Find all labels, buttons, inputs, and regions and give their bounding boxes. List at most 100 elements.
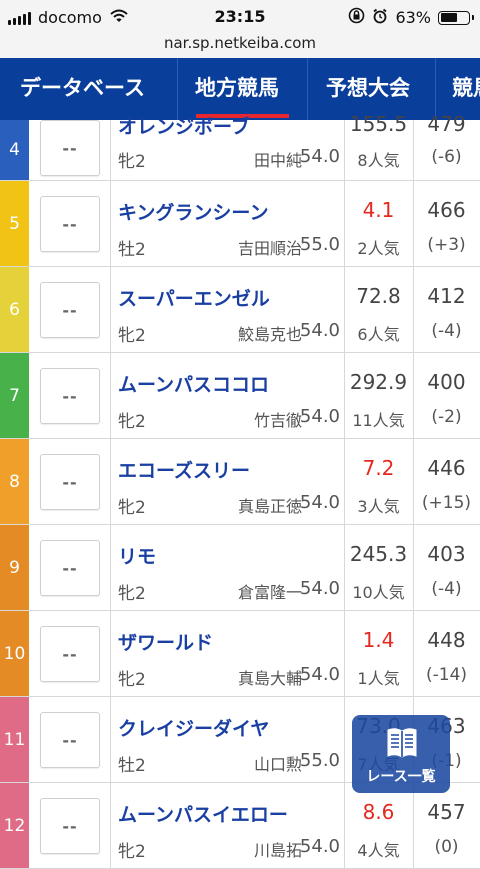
status-bar: docomo 23:15 63% xyxy=(0,0,480,36)
odds-value: 1.4 xyxy=(362,628,395,652)
gate-number: 11 xyxy=(0,697,29,782)
tab-prediction-contest[interactable]: 予想大会 xyxy=(307,58,435,120)
popularity-rank: 11人気 xyxy=(352,411,405,430)
column-divider xyxy=(110,267,111,352)
sex-age: 牝2 xyxy=(118,584,146,604)
horse-weight: 412 xyxy=(427,284,466,308)
tab-label: 予想大会 xyxy=(326,76,410,100)
mark-select-button[interactable]: -- xyxy=(40,540,100,596)
weight-carried: 54.0 xyxy=(299,146,340,167)
horse-name-link[interactable]: クレイジーダイヤ xyxy=(118,714,269,741)
horse-weight: 446 xyxy=(427,456,466,480)
column-divider xyxy=(110,783,111,868)
gate-number: 8 xyxy=(0,439,29,524)
horse-name-link[interactable]: キングランシーン xyxy=(118,198,268,225)
table-row: 8 -- エコーズスリー 牝2 真島正徳 54.0 7.2 3人気 446 (+… xyxy=(0,439,480,525)
mark-select-button[interactable]: -- xyxy=(40,798,100,854)
weight-carried: 54.0 xyxy=(299,664,340,685)
gate-number: 7 xyxy=(0,353,29,438)
alarm-icon xyxy=(372,8,388,28)
tab-label: 地方競馬 xyxy=(195,76,279,100)
jockey-name[interactable]: 田中純 xyxy=(254,147,302,171)
jockey-name[interactable]: 吉田順治 xyxy=(238,235,302,259)
odds-value: 4.1 xyxy=(362,198,395,222)
mark-select-button[interactable]: -- xyxy=(40,282,100,338)
weight-change: (0) xyxy=(434,837,459,857)
jockey-name[interactable]: 山口勲 xyxy=(254,751,302,775)
race-list-button[interactable]: レース一覧 xyxy=(352,715,450,793)
mark-select-button[interactable]: -- xyxy=(40,454,100,510)
jockey-name[interactable]: 倉富隆一 xyxy=(238,579,302,603)
horse-name-link[interactable]: ムーンパスイエロー xyxy=(118,800,288,827)
mark-select-button[interactable]: -- xyxy=(40,712,100,768)
jockey-name[interactable]: 鮫島克也 xyxy=(238,321,302,345)
sex-age: 牡2 xyxy=(118,240,146,260)
column-divider xyxy=(110,611,111,696)
sex-age: 牝2 xyxy=(118,326,146,346)
odds-value: 8.6 xyxy=(362,800,395,824)
odds-value: 292.9 xyxy=(349,370,408,394)
sex-age: 牝2 xyxy=(118,842,146,862)
jockey-name[interactable]: 川島拓 xyxy=(254,837,302,861)
column-divider xyxy=(110,120,111,180)
column-divider xyxy=(110,181,111,266)
column-divider xyxy=(110,525,111,610)
table-row: 5 -- キングランシーン 牡2 吉田順治 55.0 4.1 2人気 466 (… xyxy=(0,181,480,267)
tab-database[interactable]: データベース xyxy=(20,58,145,120)
horse-weight: 400 xyxy=(427,370,466,394)
weight-change: (-4) xyxy=(431,579,462,599)
weight-carried: 55.0 xyxy=(299,234,340,255)
horse-name-link[interactable]: ザワールド xyxy=(118,628,213,655)
jockey-name[interactable]: 真島正徳 xyxy=(238,493,302,517)
horse-weight: 466 xyxy=(427,198,466,222)
book-icon xyxy=(385,725,419,765)
column-divider xyxy=(110,353,111,438)
horse-name-link[interactable]: オレンジボーブ xyxy=(118,112,250,139)
odds-value: 7.2 xyxy=(362,456,395,480)
gate-number: 6 xyxy=(0,267,29,352)
gate-number: 5 xyxy=(0,181,29,266)
gate-number: 9 xyxy=(0,525,29,610)
column-divider xyxy=(110,697,111,782)
mark-select-button[interactable]: -- xyxy=(40,196,100,252)
weight-carried: 54.0 xyxy=(299,836,340,857)
sex-age: 牝2 xyxy=(118,670,146,690)
address-bar[interactable]: nar.sp.netkeiba.com xyxy=(0,32,480,58)
gate-number: 12 xyxy=(0,783,29,868)
odds-value: 155.5 xyxy=(349,112,408,136)
table-row: 9 -- リモ 牝2 倉富隆一 54.0 245.3 10人気 403 (-4) xyxy=(0,525,480,611)
weight-carried: 54.0 xyxy=(299,406,340,427)
horse-name-link[interactable]: スーパーエンゼル xyxy=(118,284,270,311)
weight-change: (-6) xyxy=(431,147,462,167)
tab-local-racing[interactable]: 地方競馬 xyxy=(177,58,307,120)
horse-name-link[interactable]: リモ xyxy=(118,542,156,569)
sex-age: 牝2 xyxy=(118,152,146,172)
horse-weight: 479 xyxy=(427,112,466,136)
gate-number: 10 xyxy=(0,611,29,696)
horse-weight: 448 xyxy=(427,628,466,652)
popularity-rank: 4人気 xyxy=(357,841,400,860)
jockey-name[interactable]: 竹吉徹 xyxy=(254,407,302,431)
mark-select-button[interactable]: -- xyxy=(40,120,100,176)
mark-select-button[interactable]: -- xyxy=(40,626,100,682)
horse-name-link[interactable]: ムーンパスココロ xyxy=(118,370,269,397)
popularity-rank: 2人気 xyxy=(357,239,400,258)
weight-change: (+15) xyxy=(421,493,472,513)
jockey-name[interactable]: 真島大輔 xyxy=(238,665,302,689)
odds-value: 245.3 xyxy=(349,542,408,566)
popularity-rank: 10人気 xyxy=(352,583,405,602)
weight-change: (-2) xyxy=(431,407,462,427)
weight-carried: 55.0 xyxy=(299,750,340,771)
table-row: 7 -- ムーンパスココロ 牝2 竹吉徹 54.0 292.9 11人気 400… xyxy=(0,353,480,439)
table-row: 4 -- オレンジボーブ 牝2 田中純 54.0 155.5 8人気 479 (… xyxy=(0,112,480,181)
horse-weight: 457 xyxy=(427,800,466,824)
battery-icon xyxy=(438,10,474,25)
popularity-rank: 6人気 xyxy=(357,325,400,344)
mark-select-button[interactable]: -- xyxy=(40,368,100,424)
horse-name-link[interactable]: エコーズスリー xyxy=(118,456,250,483)
horse-weight: 403 xyxy=(427,542,466,566)
tab-label: 競馬 xyxy=(452,76,480,100)
race-list-label: レース一覧 xyxy=(366,769,436,785)
sex-age: 牝2 xyxy=(118,498,146,518)
tab-keiba[interactable]: 競馬 xyxy=(435,58,480,120)
